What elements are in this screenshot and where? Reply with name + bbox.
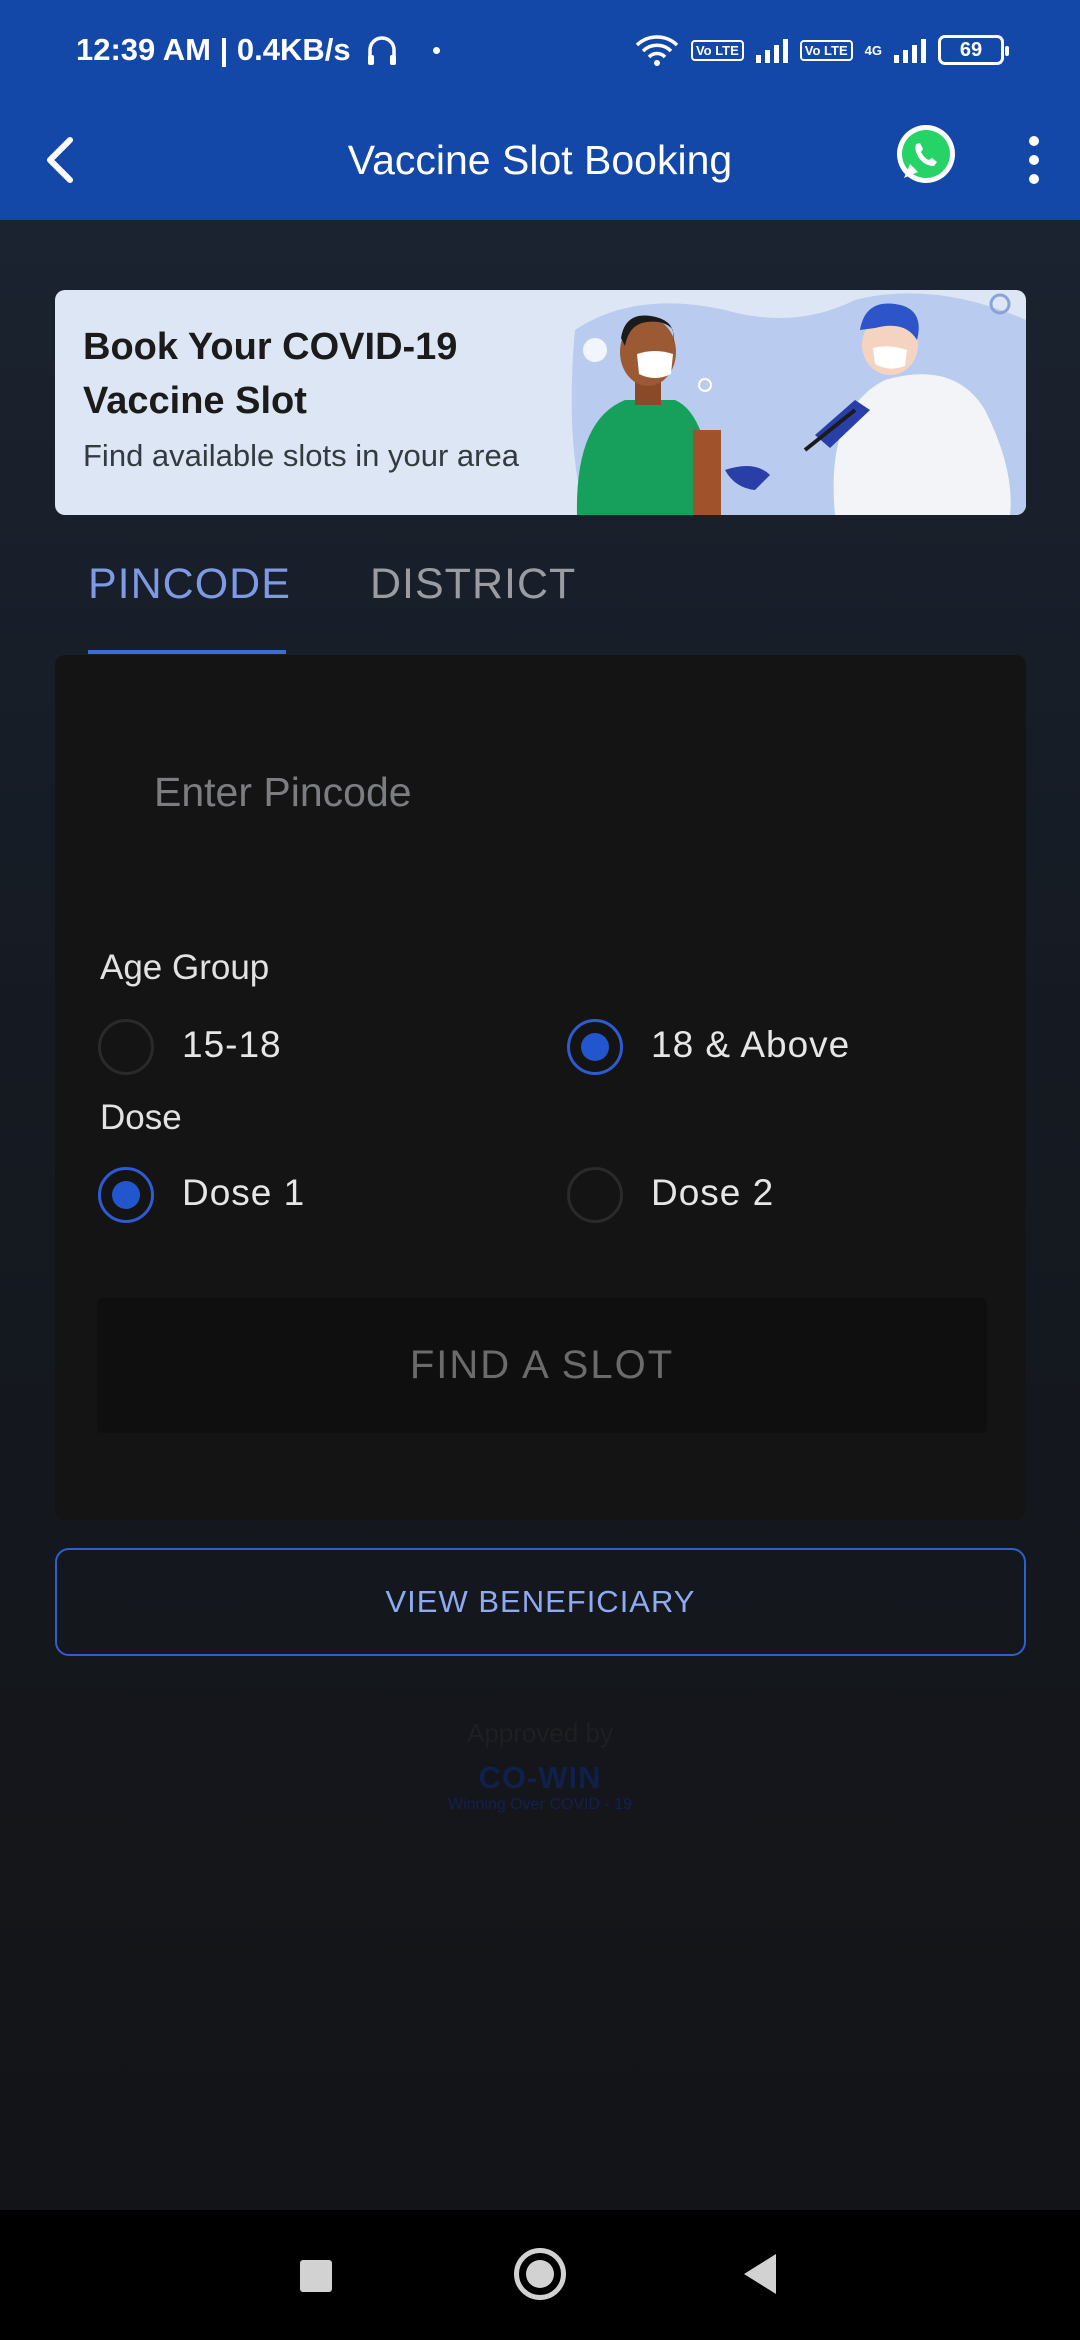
signal-icon-2	[894, 37, 926, 63]
recents-icon[interactable]	[300, 2260, 332, 2292]
dose-2-label[interactable]: Dose 2	[651, 1172, 774, 1214]
battery-level: 69	[959, 38, 983, 61]
dose-2-radio[interactable]	[567, 1167, 623, 1223]
headphones-icon	[367, 36, 396, 65]
promo-banner: Book Your COVID-19 Vaccine Slot Find ava…	[55, 290, 1026, 515]
age-group-label: Age Group	[100, 948, 270, 987]
dose-label: Dose	[100, 1098, 182, 1137]
approved-by-text: Approved by	[467, 1718, 613, 1748]
status-bar: 12:39 AM | 0.4KB/s Vo LTE Vo LTE 4G 69	[0, 0, 1080, 100]
age-18-above-radio[interactable]	[567, 1019, 623, 1075]
dose-1-label[interactable]: Dose 1	[182, 1172, 305, 1214]
banner-title: Book Your COVID-19 Vaccine Slot	[83, 326, 458, 422]
age-15-18-radio[interactable]	[98, 1019, 154, 1075]
notification-dot-icon	[432, 46, 440, 54]
tab-district[interactable]: DISTRICT	[370, 560, 576, 609]
app-bar: Vaccine Slot Booking	[0, 100, 1080, 220]
more-vert-icon	[1029, 136, 1039, 146]
home-icon[interactable]	[514, 2248, 566, 2300]
status-time: 12:39 AM | 0.4KB/s	[76, 32, 351, 67]
volte-badge-1: Vo LTE	[690, 39, 744, 61]
cowin-tagline: Winning Over COVID - 19	[447, 1796, 633, 1813]
whatsapp-icon	[897, 125, 955, 183]
network-type: 4G	[864, 42, 882, 58]
age-18-above-label[interactable]: 18 & Above	[651, 1024, 850, 1066]
cowin-logo: CO-WIN	[478, 1760, 602, 1795]
pincode-input[interactable]	[100, 745, 950, 840]
wifi-icon	[635, 35, 679, 66]
dose-1-radio[interactable]	[98, 1167, 154, 1223]
more-options-button[interactable]	[1016, 126, 1052, 194]
nav-back-icon[interactable]	[744, 2254, 776, 2294]
volte-badge-2: Vo LTE	[799, 39, 853, 61]
find-slot-button[interactable]: FIND A SLOT	[97, 1298, 987, 1433]
tab-selected-indicator	[88, 650, 286, 654]
battery-icon: 69	[938, 35, 1009, 65]
tab-pincode[interactable]: PINCODE	[88, 560, 291, 609]
whatsapp-button[interactable]	[894, 122, 958, 186]
vaccination-illustration	[571, 293, 1026, 515]
view-beneficiary-button[interactable]: VIEW BENEFICIARY	[55, 1548, 1026, 1656]
age-15-18-label[interactable]: 15-18	[182, 1024, 282, 1066]
signal-icon-1	[755, 37, 788, 63]
banner-subtitle: Find available slots in your area	[83, 438, 519, 473]
